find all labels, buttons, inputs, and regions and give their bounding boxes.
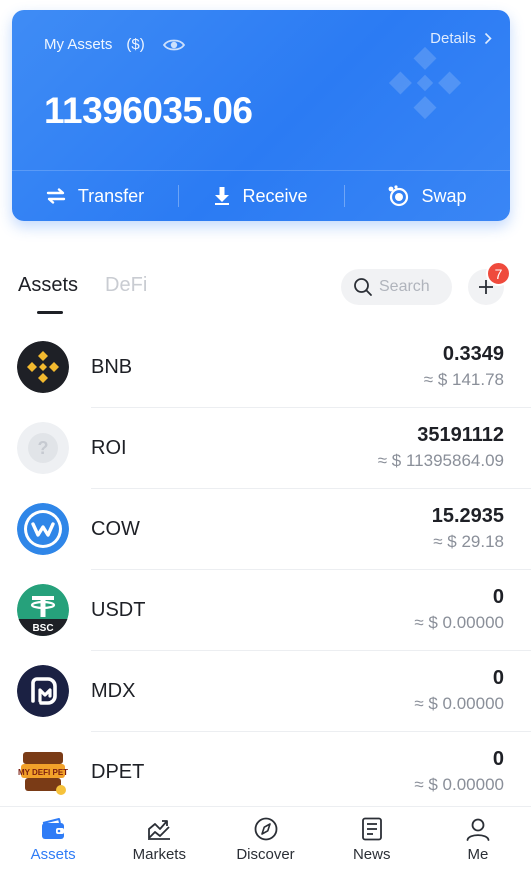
swap-icon [389,185,409,207]
token-list: BNB 0.3349 ≈ $ 141.78 ? ROI 35191112 ≈ $… [0,327,531,813]
dpet-logo-icon: MY DEFI PET [17,746,69,798]
eye-icon[interactable] [162,37,185,53]
nav-news[interactable]: News [319,807,425,871]
token-symbol: MDX [91,680,136,702]
details-label: Details [430,30,476,47]
tab-defi[interactable]: DeFi [105,274,147,297]
unknown-token-icon: ? [17,422,69,474]
total-balance: 11396035.06 [44,90,253,131]
swap-label: Swap [421,185,467,206]
token-amount: 15.2935 [431,505,504,527]
token-fiat-value: ≈ $ 0.00000 [414,694,504,713]
usdt-bsc-logo-icon: BSC [17,584,69,636]
chart-icon [148,820,171,840]
user-icon [466,818,490,841]
nav-label: News [352,846,391,863]
token-amount: 35191112 [417,424,504,446]
token-fiat-value: ≈ $ 0.00000 [414,613,504,632]
transfer-button[interactable]: Transfer [12,171,178,221]
token-row-bnb[interactable]: BNB 0.3349 ≈ $ 141.78 [0,327,531,408]
nav-discover[interactable]: Discover [212,807,318,871]
binance-watermark-icon [388,46,462,120]
token-row-cow[interactable]: COW 15.2935 ≈ $ 29.18 [0,489,531,570]
nav-assets[interactable]: Assets [0,807,106,871]
token-fiat-value: ≈ $ 0.00000 [414,775,504,794]
receive-button[interactable]: Receive [178,171,344,221]
nav-label: Discover [236,846,295,863]
swap-button[interactable]: Swap [344,171,510,221]
nav-markets[interactable]: Markets [106,807,212,871]
download-arrow-icon [215,187,230,205]
notification-badge: 7 [486,261,511,286]
chevron-right-icon [484,32,492,45]
token-row-usdt[interactable]: BSC USDT 0 ≈ $ 0.00000 [0,570,531,651]
nav-label: Me [467,846,489,863]
search-input[interactable] [379,278,449,296]
nav-me[interactable]: Me [425,807,531,871]
token-amount: 0.3349 [442,343,504,365]
token-symbol: ROI [91,437,127,459]
token-fiat-value: ≈ $ 11395864.09 [377,451,504,470]
token-amount: 0 [492,748,504,770]
token-row-dpet[interactable]: MY DEFI PET DPET 0 ≈ $ 0.00000 [0,732,531,813]
tab-assets[interactable]: Assets [18,274,78,297]
search-box[interactable] [341,269,452,305]
assets-title-row: My Assets ($) [44,36,185,53]
token-amount: 0 [492,586,504,608]
search-icon [354,278,372,296]
transfer-icon [46,188,66,204]
token-fiat-value: ≈ $ 141.78 [423,370,504,389]
token-row-mdx[interactable]: MDX 0 ≈ $ 0.00000 [0,651,531,732]
asset-tabs: Assets DeFi [18,274,147,297]
details-link[interactable]: Details [430,30,492,47]
token-fiat-value: ≈ $ 29.18 [433,532,504,551]
token-symbol: BNB [91,356,133,378]
receive-label: Receive [242,185,308,206]
compass-icon [254,817,277,841]
active-tab-indicator [37,311,63,314]
bottom-nav: Assets Markets Discover News Me [0,806,531,871]
assets-title: My Assets [44,36,113,53]
assets-card: My Assets ($) Details 11396035.06 Transf… [12,10,510,221]
card-actions: Transfer Receive Swap [12,171,510,221]
svg-text:BSC: BSC [32,623,53,634]
token-symbol: COW [91,518,140,540]
token-symbol: USDT [91,599,146,621]
news-icon [361,817,382,841]
svg-text:MY DEFI PET: MY DEFI PET [18,768,68,777]
mdx-logo-icon [17,665,69,717]
transfer-label: Transfer [77,185,145,206]
nav-label: Markets [132,846,186,863]
wallet-icon [42,818,65,839]
nav-label: Assets [30,846,76,863]
token-amount: 0 [492,667,504,689]
cow-logo-icon [17,503,69,555]
token-symbol: DPET [91,761,145,783]
currency-unit: ($) [126,36,145,53]
token-row-roi[interactable]: ? ROI 35191112 ≈ $ 11395864.09 [0,408,531,489]
svg-text:?: ? [38,438,49,458]
bnb-logo-icon [17,341,69,393]
